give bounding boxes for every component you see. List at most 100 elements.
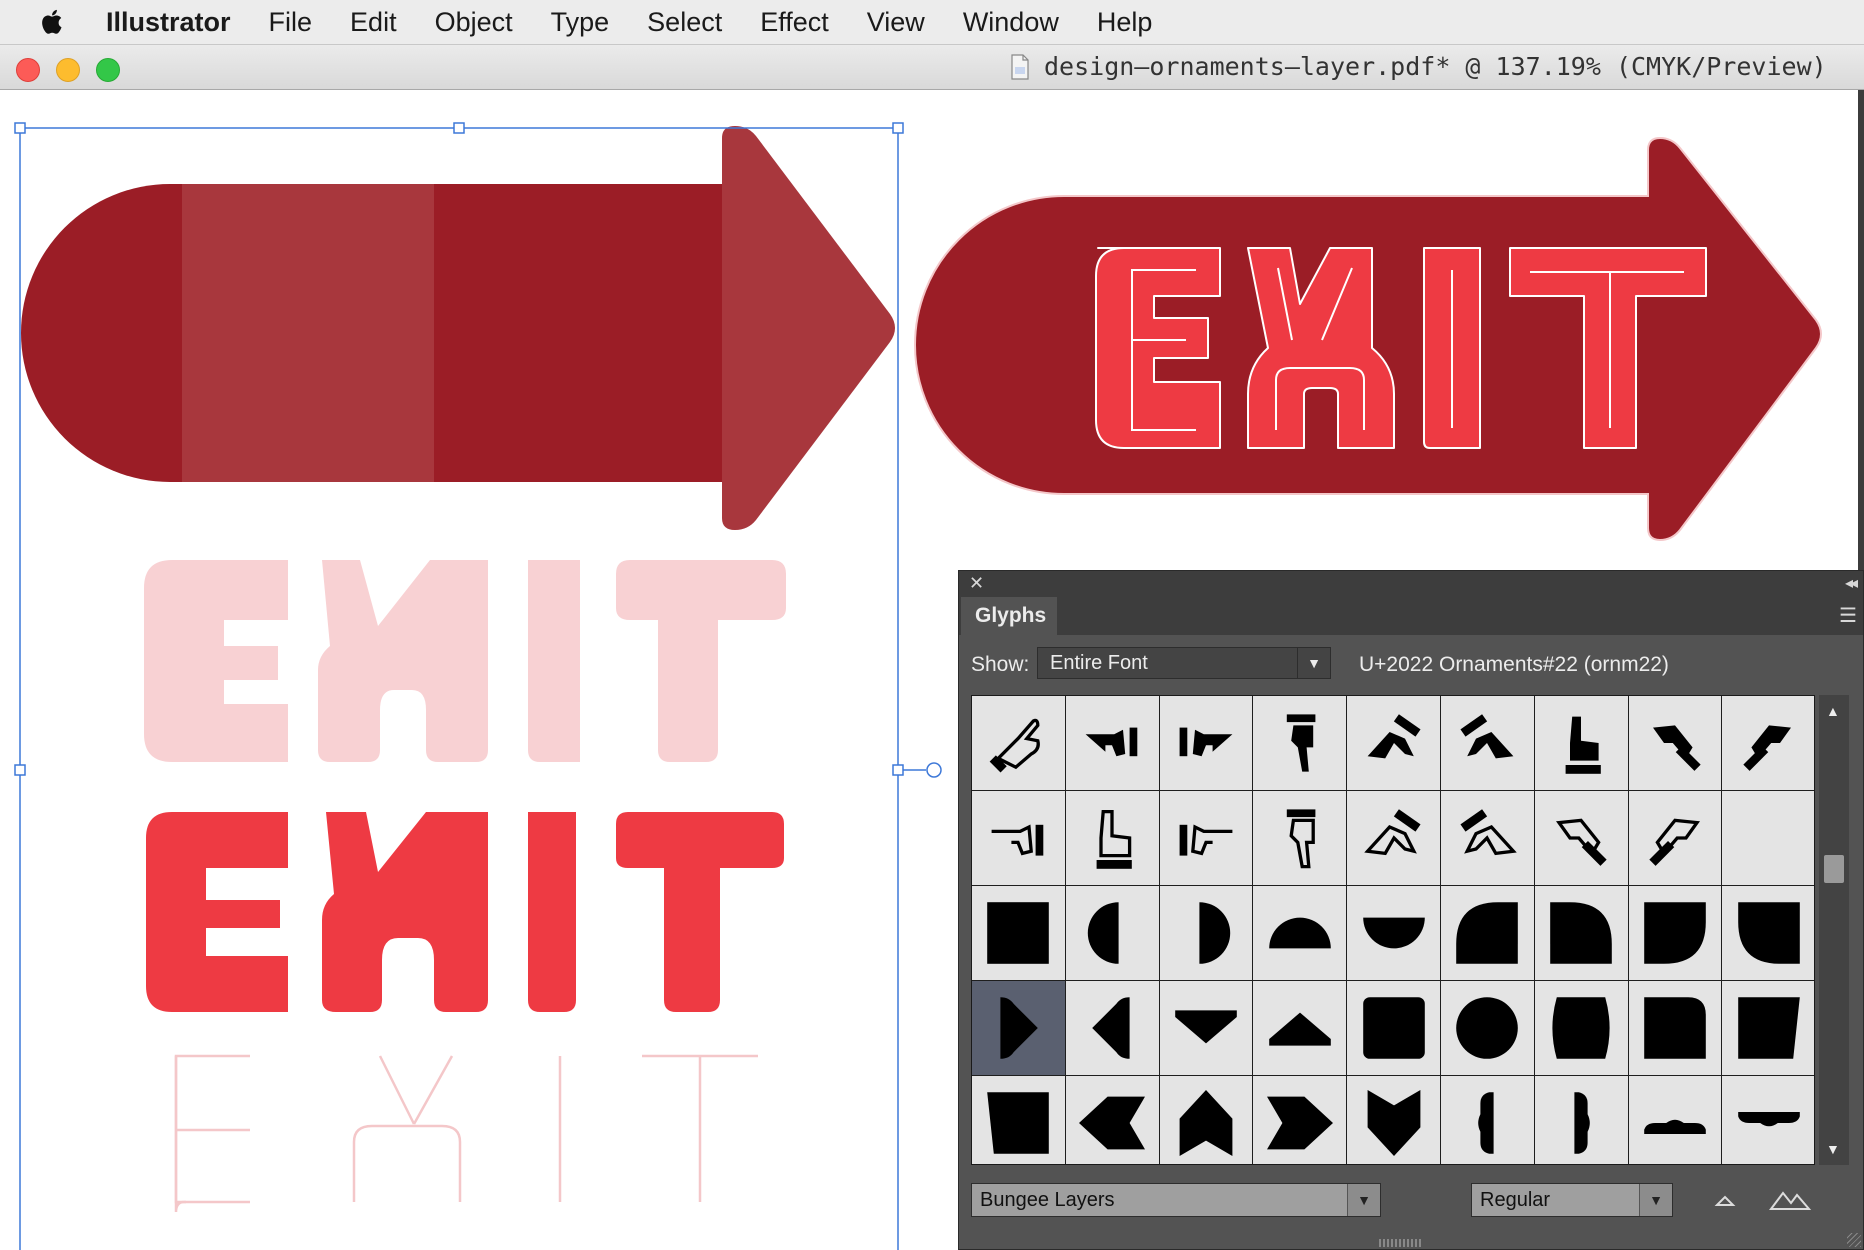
- menu-effect[interactable]: Effect: [760, 7, 829, 38]
- menu-select[interactable]: Select: [647, 7, 722, 38]
- glyph-cell[interactable]: [1253, 696, 1347, 790]
- glyph-cell[interactable]: [1628, 886, 1722, 980]
- glyph-cell[interactable]: [1065, 886, 1159, 980]
- left-arrow-head: [722, 126, 895, 530]
- dropdown-arrow-icon[interactable]: ▼: [1347, 1184, 1380, 1216]
- window-minimize-button[interactable]: [56, 58, 80, 82]
- exit-layer-pink[interactable]: [144, 560, 786, 762]
- chevron-arrow-left-icon: [1079, 1096, 1146, 1150]
- glyph-cell[interactable]: [1534, 886, 1628, 980]
- exit-layer-outline[interactable]: [174, 1054, 758, 1213]
- glyph-cell[interactable]: [1440, 1076, 1534, 1164]
- glyph-cell[interactable]: [972, 791, 1065, 885]
- glyph-cell[interactable]: [972, 1076, 1065, 1164]
- glyph-cell[interactable]: [972, 696, 1065, 790]
- arrow-point-left-icon: [1092, 997, 1130, 1059]
- glyph-cell[interactable]: [1722, 1076, 1814, 1164]
- glyph-cell[interactable]: [1347, 886, 1440, 980]
- glyph-cell[interactable]: [1159, 696, 1253, 790]
- arrow-point-up-icon: [1268, 1012, 1331, 1046]
- menu-bar: Illustrator File Edit Object Type Select…: [0, 0, 1864, 45]
- scroll-up-icon[interactable]: ▲: [1826, 703, 1840, 719]
- glyph-cell[interactable]: [1347, 1076, 1440, 1164]
- quarter-round-bottom-left-icon: [1737, 902, 1800, 964]
- left-arrow-layers[interactable]: [21, 126, 895, 530]
- zoom-in-glyph-icon[interactable]: [1767, 1183, 1813, 1217]
- trapezoid-right-icon: [1737, 997, 1800, 1059]
- glyph-cell[interactable]: [1065, 696, 1159, 790]
- menu-view[interactable]: View: [867, 7, 925, 38]
- glyph-cell[interactable]: [1065, 1076, 1159, 1164]
- menu-object[interactable]: Object: [435, 7, 513, 38]
- hand-outline-up-left-icon: [1363, 809, 1421, 856]
- glyph-cell[interactable]: [1159, 1076, 1253, 1164]
- glyph-cell[interactable]: [1534, 1076, 1628, 1164]
- glyph-cell[interactable]: [1440, 981, 1534, 1075]
- menu-edit[interactable]: Edit: [350, 7, 397, 38]
- glyph-cell[interactable]: [1534, 981, 1628, 1075]
- window-close-button[interactable]: [16, 58, 40, 82]
- square-shape-icon: [987, 902, 1050, 964]
- close-icon[interactable]: ✕: [969, 573, 984, 594]
- bulged-square-icon: [1552, 997, 1610, 1059]
- glyph-cell[interactable]: [1722, 696, 1814, 790]
- panel-tab-bar: Glyphs ☰: [959, 597, 1863, 635]
- glyph-cell[interactable]: [1159, 791, 1253, 885]
- chevron-arrow-down-icon: [1367, 1090, 1420, 1156]
- bracket-top-icon: [1644, 1119, 1706, 1134]
- glyph-cell[interactable]: [1440, 886, 1534, 980]
- right-exit-sign[interactable]: [914, 136, 1822, 542]
- hand-point-left-icon: [1085, 727, 1138, 757]
- dropdown-arrow-icon[interactable]: ▼: [1297, 648, 1330, 678]
- half-circle-top-icon: [1268, 917, 1331, 949]
- glyph-cell[interactable]: [1628, 1076, 1722, 1164]
- panel-menu-icon[interactable]: ☰: [1839, 603, 1857, 628]
- glyph-cell[interactable]: [1159, 886, 1253, 980]
- glyph-cell[interactable]: [1347, 981, 1440, 1075]
- glyph-cell[interactable]: [1159, 981, 1253, 1075]
- glyph-cell[interactable]: [1628, 981, 1722, 1075]
- dropdown-arrow-icon[interactable]: ▼: [1639, 1184, 1672, 1216]
- menu-window[interactable]: Window: [963, 7, 1059, 38]
- glyph-cell[interactable]: [1628, 696, 1722, 790]
- glyph-cell[interactable]: [1253, 791, 1347, 885]
- menu-help[interactable]: Help: [1097, 7, 1153, 38]
- glyph-cell[interactable]: [1065, 981, 1159, 1075]
- glyph-cell[interactable]: [1440, 791, 1534, 885]
- glyph-cell[interactable]: [1253, 981, 1347, 1075]
- glyph-cell[interactable]: [972, 886, 1065, 980]
- collapse-icon[interactable]: ◂◂: [1845, 573, 1858, 593]
- tab-glyphs[interactable]: Glyphs: [961, 597, 1057, 635]
- glyph-cell-selected[interactable]: [972, 981, 1065, 1075]
- hand-outline-down-left-icon: [1649, 818, 1700, 866]
- glyph-cell[interactable]: [1722, 886, 1814, 980]
- glyph-cell[interactable]: [1722, 981, 1814, 1075]
- glyph-cell[interactable]: [1534, 696, 1628, 790]
- panel-resize-grip[interactable]: [1379, 1239, 1423, 1247]
- font-family-dropdown[interactable]: Bungee Layers ▼: [971, 1183, 1381, 1217]
- hand-outline-down-icon: [1286, 809, 1316, 869]
- apple-icon[interactable]: [38, 5, 72, 39]
- glyph-cell[interactable]: [1628, 791, 1722, 885]
- font-style-dropdown[interactable]: Regular ▼: [1471, 1183, 1673, 1217]
- glyph-cell[interactable]: [1534, 791, 1628, 885]
- zoom-out-glyph-icon[interactable]: [1707, 1183, 1743, 1217]
- menu-type[interactable]: Type: [551, 7, 610, 38]
- scroll-down-icon[interactable]: ▼: [1826, 1141, 1840, 1157]
- glyph-cell[interactable]: [1347, 696, 1440, 790]
- menu-app-name[interactable]: Illustrator: [106, 7, 231, 38]
- glyph-cell[interactable]: [1065, 791, 1159, 885]
- hand-outline-up-icon: [1460, 809, 1518, 856]
- glyph-cell[interactable]: [1253, 1076, 1347, 1164]
- scroll-thumb[interactable]: [1824, 855, 1844, 883]
- glyph-cell[interactable]: [1253, 886, 1347, 980]
- glyph-cell[interactable]: [1722, 791, 1814, 885]
- window-zoom-button[interactable]: [96, 58, 120, 82]
- exit-layer-red[interactable]: [146, 812, 784, 1012]
- glyph-scrollbar[interactable]: ▲ ▼: [1819, 695, 1849, 1165]
- glyph-cell[interactable]: [1347, 791, 1440, 885]
- menu-file[interactable]: File: [269, 7, 313, 38]
- resize-corner-grip[interactable]: [1847, 1233, 1861, 1247]
- show-dropdown[interactable]: Entire Font ▼: [1037, 647, 1331, 679]
- glyph-cell[interactable]: [1440, 696, 1534, 790]
